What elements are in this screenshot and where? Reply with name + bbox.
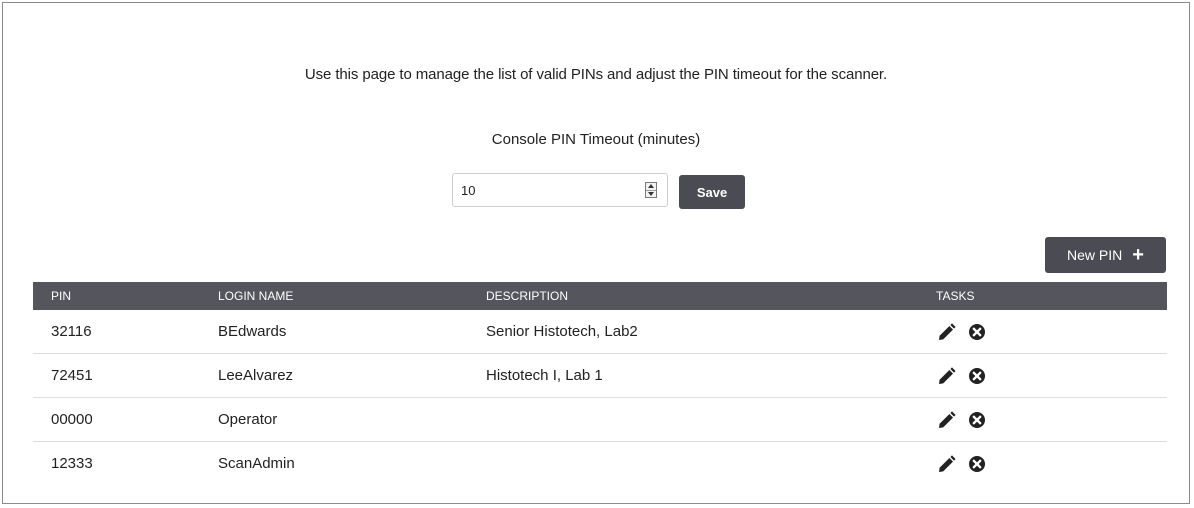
pin-cell: 12333 (51, 455, 93, 472)
tasks-cell (918, 353, 1167, 398)
timeout-input[interactable] (461, 181, 631, 199)
table-row: 72451 LeeAlvarez Histotech I, Lab 1 (33, 353, 1167, 398)
delete-circle-icon[interactable] (968, 455, 986, 473)
timeout-spinner[interactable] (645, 182, 657, 198)
column-header-description: DESCRIPTION (468, 282, 918, 310)
delete-circle-icon[interactable] (968, 323, 986, 341)
delete-circle-icon[interactable] (968, 411, 986, 429)
pencil-icon[interactable] (936, 322, 956, 341)
table-row: 12333 ScanAdmin (33, 442, 1167, 486)
description-cell: Senior Histotech, Lab2 (468, 310, 918, 354)
column-header-login-name: LOGIN NAME (200, 282, 468, 310)
login-name-cell: Operator (200, 397, 468, 442)
table-row: 32116 BEdwards Senior Histotech, Lab2 (33, 310, 1167, 354)
tasks-cell (918, 397, 1167, 442)
login-name-cell: BEdwards (200, 310, 468, 354)
plus-icon: + (1132, 244, 1144, 266)
description-cell (468, 397, 918, 442)
spinner-down-icon[interactable] (646, 189, 656, 198)
pin-cell: 32116 (33, 310, 200, 354)
timeout-input-wrapper (452, 173, 668, 207)
save-button[interactable]: Save (679, 175, 745, 209)
pencil-icon[interactable] (936, 410, 956, 429)
timeout-label: Console PIN Timeout (minutes) (491, 131, 701, 148)
column-header-tasks: TASKS (918, 282, 1167, 310)
pencil-icon[interactable] (936, 366, 956, 385)
column-header-pin: PIN (33, 282, 200, 310)
description-cell (468, 442, 918, 486)
intro-text: Use this page to manage the list of vali… (304, 66, 888, 83)
tasks-cell (918, 310, 1167, 354)
pin-cell: 00000 (33, 397, 200, 442)
table-header-row: PIN LOGIN NAME DESCRIPTION TASKS (33, 282, 1167, 310)
login-name-cell: ScanAdmin (218, 455, 295, 472)
description-cell: Histotech I, Lab 1 (468, 353, 918, 398)
new-pin-label: New PIN (1067, 247, 1123, 263)
table-row: 00000 Operator (33, 397, 1167, 442)
pencil-icon[interactable] (936, 454, 956, 473)
delete-circle-icon[interactable] (968, 367, 986, 385)
login-name-cell: LeeAlvarez (200, 353, 468, 398)
pin-management-panel: Use this page to manage the list of vali… (2, 2, 1190, 504)
tasks-cell (918, 442, 1167, 486)
new-pin-button[interactable]: New PIN + (1045, 237, 1166, 273)
pin-cell: 72451 (33, 353, 200, 398)
pin-table: PIN LOGIN NAME DESCRIPTION TASKS 32116 B… (33, 282, 1167, 485)
